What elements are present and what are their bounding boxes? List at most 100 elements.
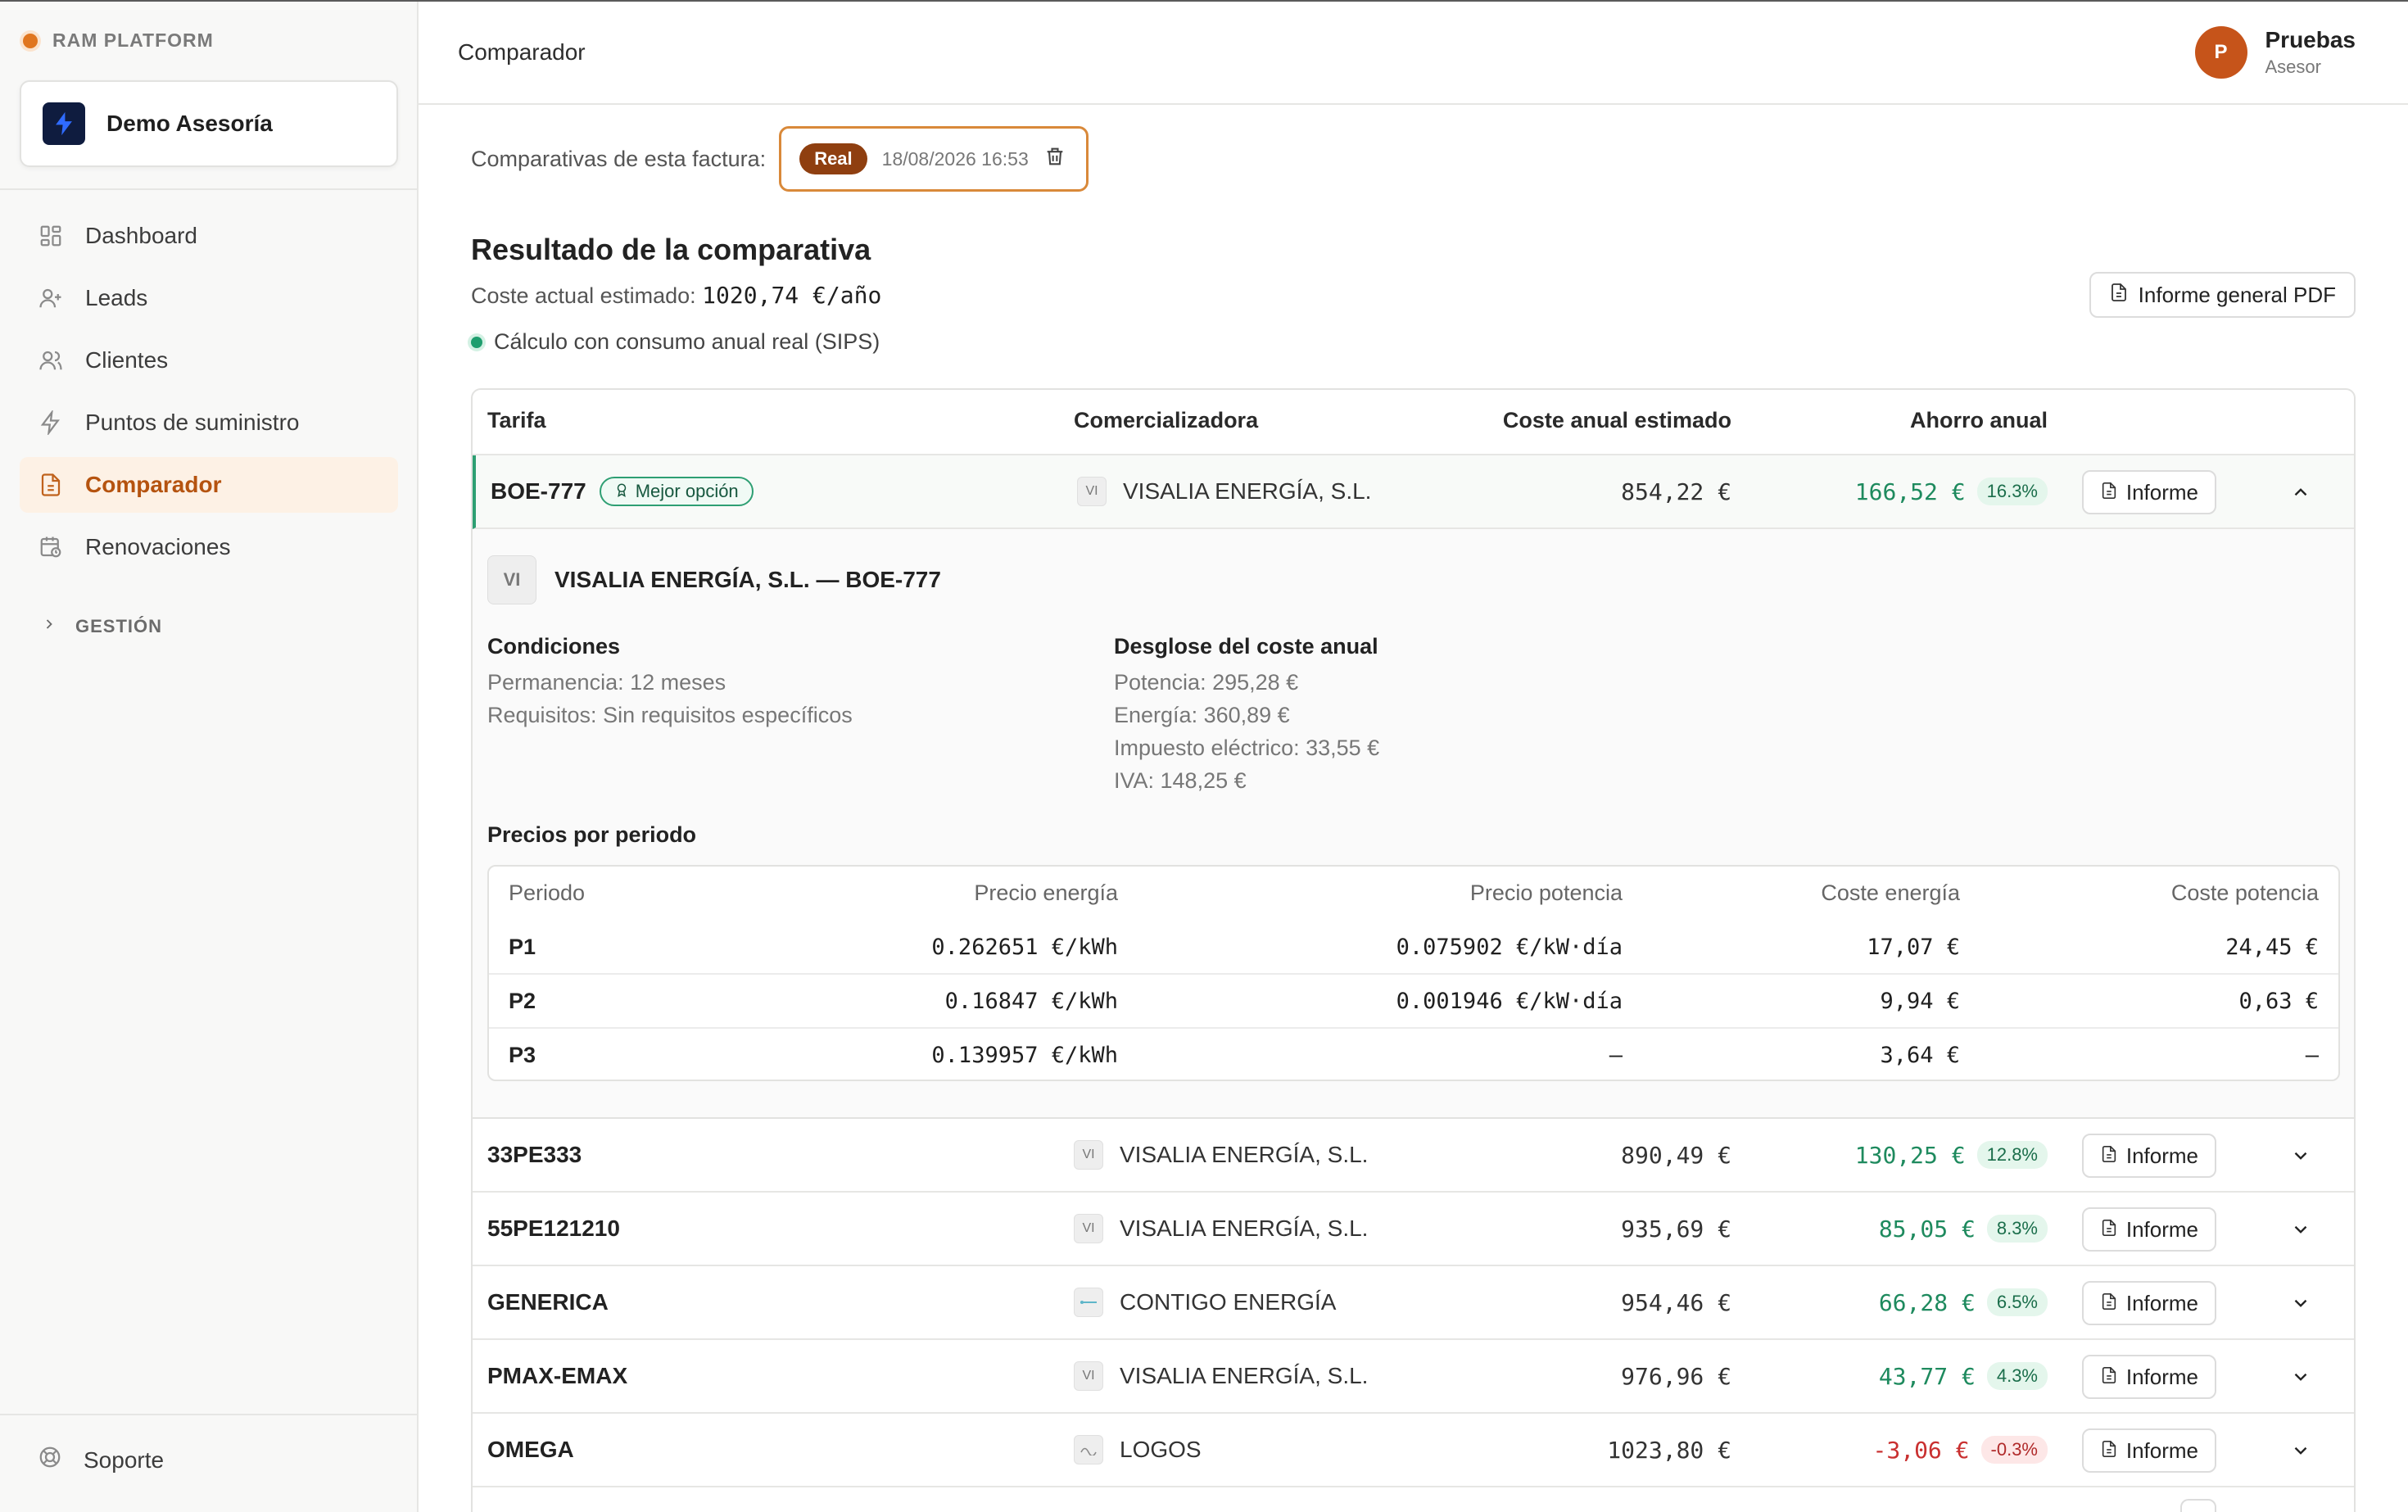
informe-label: Informe [2125, 1143, 2198, 1168]
sidebar-item-label: Puntos de suministro [85, 410, 300, 435]
table-row[interactable]: 55PE121210 VI VISALIA ENERGÍA, S.L. 935,… [473, 1193, 2354, 1266]
lifebuoy-icon [38, 1445, 62, 1475]
chevron-down-icon[interactable] [2288, 1438, 2313, 1463]
table-row-best[interactable]: BOE-777 Mejor opción VI VISALIA ENERGÍA,… [473, 455, 2354, 529]
coste-cell: 890,49 € [1621, 1141, 1731, 1169]
table-row[interactable]: PMAX-EMAX VI VISALIA ENERGÍA, S.L. 976,9… [473, 1340, 2354, 1414]
sidebar-item-clientes[interactable]: Clientes [20, 333, 398, 388]
informe-button[interactable]: Informe [2081, 1428, 2216, 1473]
periodo: P2 [509, 988, 536, 1013]
tarifa-cell: BOE-777 Mejor opción [491, 455, 754, 527]
org-switcher[interactable]: Demo Asesoría [20, 80, 398, 167]
grid-icon [38, 223, 64, 249]
sidebar: RAM PLATFORM Demo Asesoría Dashboard Lea… [0, 2, 419, 1512]
coste-cell: 976,96 € [1621, 1362, 1731, 1390]
sidebar-item-renovaciones[interactable]: Renovaciones [20, 519, 398, 575]
coste-cell: 1023,80 € [1607, 1436, 1731, 1464]
top-header: Comparador P Pruebas Asesor [419, 2, 2408, 105]
sidebar-item-leads[interactable]: Leads [20, 270, 398, 326]
brand-name: RAM PLATFORM [52, 29, 214, 51]
precio-potencia: 0.075902 €/kW·día [1396, 934, 1623, 960]
table-row[interactable]: OMEGA LOGOS 1023,80 € -3,06 € -0.3% Info… [473, 1414, 2354, 1487]
user-menu[interactable]: P Pruebas Asesor [2194, 26, 2356, 79]
contigo-logo-icon [1074, 1288, 1103, 1317]
user-name: Pruebas [2265, 27, 2356, 52]
tarifa-name: 55PE121210 [487, 1215, 620, 1241]
current-cost-value: 1020,74 €/año [702, 282, 882, 309]
informe-button[interactable]: Informe [2081, 1207, 2216, 1252]
comercializadora-cell: VI VISALIA ENERGÍA, S.L. [1074, 1340, 1368, 1412]
comercializadora-cell: VI VISALIA ENERGÍA, S.L. [1074, 1119, 1368, 1191]
coste-energia: 17,07 € [1867, 934, 1960, 960]
header-tarifa: Tarifa [487, 408, 546, 432]
tarifa-name: BOE-777 [491, 478, 586, 504]
precio-energia: 0.16847 €/kWh [944, 988, 1118, 1014]
comercializadora-logo: VI [1074, 1140, 1103, 1170]
chevron-down-icon[interactable] [2288, 1143, 2313, 1168]
chevron-down-icon[interactable] [2288, 1217, 2313, 1242]
file-text-icon [2100, 480, 2118, 505]
sidebar-item-soporte[interactable]: Soporte [38, 1445, 164, 1475]
avatar: P [2194, 26, 2247, 79]
sips-label: Cálculo con consumo anual real (SIPS) [494, 329, 880, 354]
informe-button[interactable]: Informe [2081, 1355, 2216, 1399]
comercializadora-cell: VI VISALIA ENERGÍA, S.L. [1077, 455, 1371, 527]
result-title: Resultado de la comparativa [471, 233, 871, 266]
sidebar-item-puntos-suministro[interactable]: Puntos de suministro [20, 395, 398, 450]
comercializadora-logo: VI [1074, 1214, 1103, 1243]
table-row-partial[interactable] [473, 1487, 2354, 1512]
informe-button[interactable]: Informe [2081, 1281, 2216, 1325]
file-text-icon [2100, 1438, 2118, 1464]
tarifa-name: PMAX-EMAX [487, 1363, 628, 1388]
comercializadora-logo: VI [1074, 1361, 1103, 1391]
current-cost-label: Coste actual estimado: [471, 283, 696, 308]
table-row: P3 0.139957 €/kWh — 3,64 € — [489, 1029, 2338, 1080]
sidebar-nav: Dashboard Leads Clientes Puntos de sumin… [20, 208, 398, 582]
ahorro-cell: -3,06 € -0.3% [1873, 1414, 2048, 1486]
ahorro-cell: 166,52 € 16.3% [1855, 455, 2048, 527]
table-header: Tarifa Comercializadora Coste anual esti… [473, 390, 2354, 455]
informe-button[interactable]: Informe [2081, 470, 2216, 514]
informe-label: Informe [2125, 1216, 2198, 1242]
sidebar-divider [0, 188, 417, 190]
logos-logo-icon [1074, 1435, 1103, 1464]
ahorro-value: 66,28 € [1878, 1288, 1976, 1316]
sidebar-divider [0, 1414, 417, 1415]
brand: RAM PLATFORM [23, 29, 214, 52]
sidebar-group-gestion[interactable]: GESTIÓN [41, 616, 162, 637]
desglose-energia: Energía: 360,89 € [1114, 703, 1290, 727]
permanencia: Permanencia: 12 meses [487, 670, 726, 695]
user-plus-icon [38, 285, 64, 311]
current-cost: Coste actual estimado: 1020,74 €/año [471, 282, 881, 309]
header-periodo: Periodo [509, 880, 586, 905]
chevron-down-icon[interactable] [2288, 1291, 2313, 1315]
sidebar-item-dashboard[interactable]: Dashboard [20, 208, 398, 264]
trash-icon[interactable] [1043, 145, 1066, 174]
precio-potencia: 0.001946 €/kW·día [1396, 988, 1623, 1014]
org-logo-icon [43, 102, 85, 145]
ahorro-cell: 85,05 € 8.3% [1879, 1193, 2048, 1265]
coste-potencia: 24,45 € [2225, 934, 2319, 960]
informe-label: Informe [2125, 1364, 2198, 1389]
informe-general-pdf-button[interactable]: Informe general PDF [2089, 272, 2356, 318]
comercializadora-name: VISALIA ENERGÍA, S.L. [1123, 478, 1372, 504]
sidebar-item-label: Leads [85, 285, 148, 310]
chevron-down-icon[interactable] [2288, 1365, 2313, 1389]
condiciones-title: Condiciones [487, 634, 621, 659]
comparativa-tag: Real [799, 143, 867, 174]
precio-energia: 0.139957 €/kWh [931, 1042, 1118, 1068]
comparativa-selector[interactable]: Real 18/08/2026 16:53 [779, 126, 1089, 192]
chevron-up-icon[interactable] [2288, 480, 2313, 505]
sidebar-item-comparador[interactable]: Comparador [20, 457, 398, 513]
coste-potencia: — [2305, 1042, 2319, 1068]
sips-note: Cálculo con consumo anual real (SIPS) [471, 329, 880, 355]
results-table: Tarifa Comercializadora Coste anual esti… [471, 388, 2356, 1512]
brand-dot-icon [23, 33, 38, 48]
desglose-title: Desglose del coste anual [1114, 634, 1378, 659]
detail-title: VISALIA ENERGÍA, S.L. — BOE-777 [554, 567, 941, 592]
header-precio-energia: Precio energía [974, 880, 1118, 905]
informe-button[interactable]: Informe [2081, 1134, 2216, 1178]
table-row[interactable]: 33PE333 VI VISALIA ENERGÍA, S.L. 890,49 … [473, 1119, 2354, 1193]
table-row[interactable]: GENERICA CONTIGO ENERGÍA 954,46 € 66,28 … [473, 1266, 2354, 1340]
informe-button[interactable] [2180, 1499, 2216, 1512]
